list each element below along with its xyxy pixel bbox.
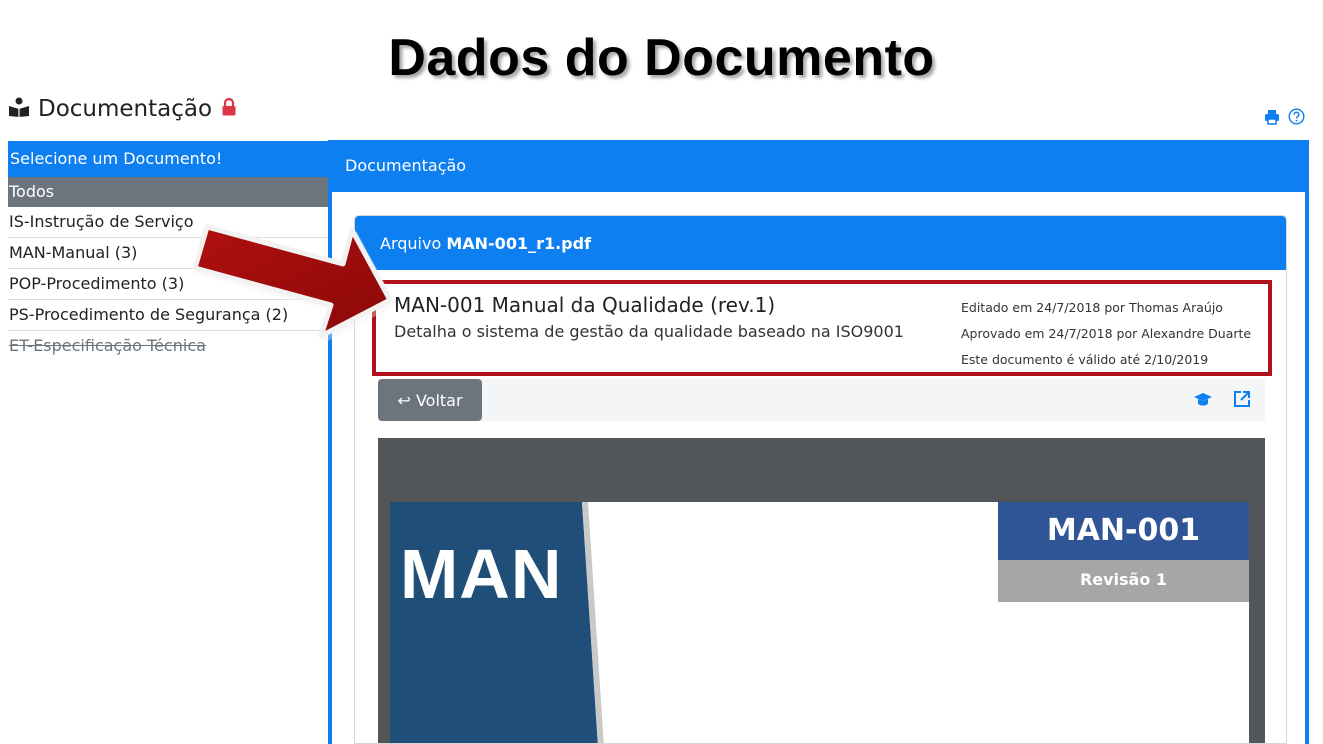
back-button[interactable]: ↩ Voltar	[378, 379, 482, 421]
document-metadata: Editado em 24/7/2018 por Thomas Araújo A…	[961, 295, 1251, 373]
cover-document-code: MAN-001	[998, 502, 1249, 560]
file-card: Arquivo MAN-001_r1.pdf MAN-001 Manual da…	[354, 215, 1287, 744]
reader-icon	[8, 97, 30, 122]
lock-icon	[222, 97, 236, 121]
app-header: Documentação	[8, 96, 236, 122]
category-item-pop[interactable]: POP-Procedimento (3)	[8, 269, 328, 300]
category-list-header: Selecione um Documento!	[8, 141, 328, 177]
category-item-man[interactable]: MAN-Manual (3)	[8, 238, 328, 269]
file-name: MAN-001_r1.pdf	[446, 234, 592, 253]
document-title: MAN-001 Manual da Qualidade (rev.1)	[394, 293, 776, 317]
document-info-box: MAN-001 Manual da Qualidade (rev.1) Deta…	[372, 280, 1272, 376]
pdf-viewer[interactable]: MAN MAN-001 Revisão 1	[378, 438, 1265, 743]
category-item-et[interactable]: ET-Especificação Técnica	[8, 331, 328, 362]
open-external-icon[interactable]	[1233, 390, 1251, 413]
edited-info: Editado em 24/7/2018 por Thomas Araújo	[961, 300, 1223, 315]
category-item-ps[interactable]: PS-Procedimento de Segurança (2)	[8, 300, 328, 331]
panel-body: Arquivo MAN-001_r1.pdf MAN-001 Manual da…	[332, 192, 1305, 744]
approved-info: Aprovado em 24/7/2018 por Alexandre Duar…	[961, 326, 1252, 341]
app-title: Documentação	[38, 96, 213, 122]
file-header: Arquivo MAN-001_r1.pdf	[355, 216, 1286, 270]
document-toolbar: ↩ Voltar	[378, 379, 1265, 421]
document-description: Detalha o sistema de gestão da qualidade…	[394, 322, 904, 341]
training-icon[interactable]	[1193, 390, 1213, 413]
print-icon[interactable]	[1264, 109, 1280, 130]
documentation-panel: Documentação Arquivo MAN-001_r1.pdf MAN-…	[328, 140, 1309, 744]
help-icon[interactable]	[1288, 108, 1305, 130]
file-label: Arquivo	[380, 234, 442, 253]
cover-type-label: MAN	[400, 535, 563, 613]
panel-title: Documentação	[345, 156, 467, 175]
header-tools	[1264, 108, 1305, 130]
pdf-page: MAN MAN-001 Revisão 1	[390, 502, 1249, 743]
document-category-list: Selecione um Documento! Todos IS-Instruç…	[8, 141, 328, 362]
validity-info: Este documento é válido até 2/10/2019	[961, 352, 1209, 367]
category-item-todos[interactable]: Todos	[8, 177, 328, 207]
slide-title: Dados do Documento	[388, 29, 935, 87]
category-item-is[interactable]: IS-Instrução de Serviço	[8, 207, 328, 238]
cover-revision: Revisão 1	[998, 560, 1249, 602]
toolbar-icons	[1193, 390, 1251, 413]
